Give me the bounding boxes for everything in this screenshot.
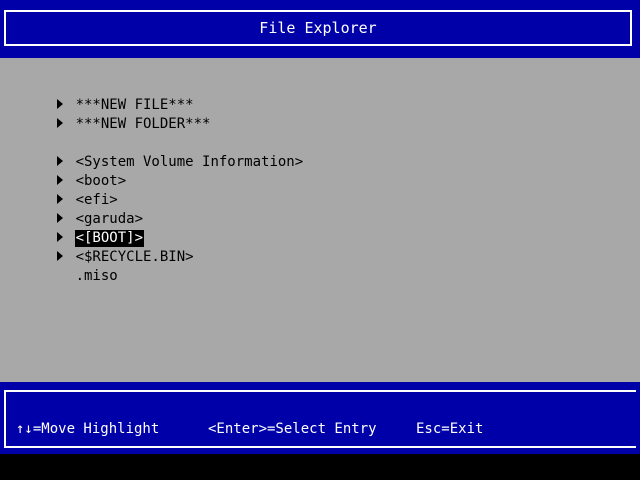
move-highlight-hint: ↑↓=Move Highlight (16, 421, 160, 437)
list-item-label: .miso (75, 268, 118, 284)
list-item-boot-upper[interactable]: <[BOOT]> (6, 213, 145, 247)
footer-frame (4, 390, 636, 448)
exit-hint: Esc=Exit (416, 421, 484, 437)
header-frame: File Explorer (4, 10, 632, 46)
header-bar: File Explorer (0, 0, 640, 58)
list-item-efi[interactable]: <efi> (6, 175, 119, 208)
list-item-boot[interactable]: <boot> (6, 156, 127, 189)
file-list: ***NEW FILE*** ***NEW FOLDER*** <System … (0, 58, 640, 382)
list-item-new-file[interactable]: ***NEW FILE*** (6, 80, 195, 113)
list-item-miso[interactable]: .miso (6, 251, 119, 284)
triangle-right-icon (56, 118, 63, 128)
list-item-recycle-bin[interactable]: <$RECYCLE.BIN> (6, 232, 195, 265)
list-item-garuda[interactable]: <garuda> (6, 194, 144, 227)
file-explorer-screen: File Explorer ***NEW FILE*** ***NEW FOLD… (0, 0, 640, 480)
list-item-system-volume-information[interactable]: <System Volume Information> (6, 137, 304, 170)
bottom-strip (0, 454, 640, 480)
page-title: File Explorer (259, 19, 377, 37)
list-item-new-folder[interactable]: ***NEW FOLDER*** (6, 99, 211, 132)
select-entry-hint: <Enter>=Select Entry (208, 421, 377, 437)
footer-bar: ↑↓=Move Highlight <Enter>=Select Entry E… (0, 382, 640, 454)
list-item-label: ***NEW FOLDER*** (75, 116, 211, 132)
